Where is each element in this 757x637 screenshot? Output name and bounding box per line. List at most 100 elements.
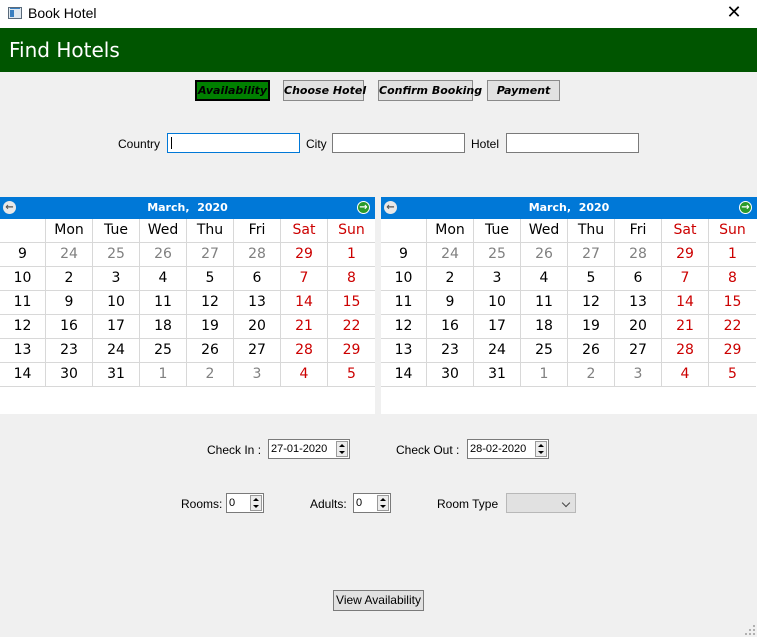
check-in-date-edit[interactable]: 27-01-2020: [268, 439, 350, 459]
room-type-dropdown[interactable]: [506, 493, 576, 513]
calendar-day-cell[interactable]: 16: [46, 315, 93, 339]
calendar-day-cell[interactable]: 23: [46, 339, 93, 363]
arrow-right-icon[interactable]: →: [357, 201, 370, 214]
country-input[interactable]: [167, 133, 300, 153]
calendar-day-cell[interactable]: 24: [46, 243, 93, 267]
calendar-day-cell[interactable]: 4: [662, 363, 709, 387]
calendar-day-cell[interactable]: 18: [140, 315, 187, 339]
calendar-day-cell[interactable]: 26: [568, 339, 615, 363]
calendar-day-cell[interactable]: 21: [281, 315, 328, 339]
arrow-right-icon[interactable]: →: [739, 201, 752, 214]
calendar-year[interactable]: 2020: [197, 201, 228, 214]
calendar-day-cell[interactable]: 9: [46, 291, 93, 315]
adults-spinbox[interactable]: 0: [353, 493, 391, 513]
calendar-day-cell[interactable]: 29: [709, 339, 756, 363]
calendar-day-cell[interactable]: 26: [521, 243, 568, 267]
calendar-day-cell[interactable]: 29: [328, 339, 375, 363]
calendar-day-cell[interactable]: 1: [521, 363, 568, 387]
calendar-day-cell[interactable]: 2: [568, 363, 615, 387]
calendar-day-cell[interactable]: 5: [709, 363, 756, 387]
calendar-day-cell[interactable]: 11: [140, 291, 187, 315]
rooms-spinbox[interactable]: 0: [226, 493, 264, 513]
calendar-day-cell[interactable]: 3: [615, 363, 662, 387]
calendar-day-cell[interactable]: 14: [662, 291, 709, 315]
calendar-day-cell[interactable]: 20: [234, 315, 281, 339]
calendar-day-cell[interactable]: 10: [93, 291, 140, 315]
calendar-day-cell[interactable]: 27: [615, 339, 662, 363]
calendar-day-cell[interactable]: 22: [328, 315, 375, 339]
calendar-day-cell[interactable]: 28: [615, 243, 662, 267]
calendar-day-cell[interactable]: 23: [427, 339, 474, 363]
spin-buttons[interactable]: [377, 495, 389, 511]
spin-up-icon[interactable]: [538, 444, 544, 447]
calendar-day-cell[interactable]: 16: [427, 315, 474, 339]
spin-buttons[interactable]: [336, 441, 348, 457]
check-in-calendar[interactable]: ← March, 2020 → Mon Tue Wed Thu Fri Sat Sun 9 24…: [0, 197, 375, 414]
calendar-day-cell[interactable]: 28: [662, 339, 709, 363]
calendar-day-cell[interactable]: 29: [281, 243, 328, 267]
calendar-day-cell[interactable]: 29: [662, 243, 709, 267]
calendar-day-cell[interactable]: 15: [328, 291, 375, 315]
calendar-day-cell[interactable]: 13: [615, 291, 662, 315]
calendar-day-cell[interactable]: 9: [427, 291, 474, 315]
spin-down-icon[interactable]: [253, 505, 259, 508]
spin-buttons[interactable]: [250, 495, 262, 511]
spin-down-icon[interactable]: [339, 451, 345, 454]
spin-up-icon[interactable]: [380, 498, 386, 501]
calendar-day-cell[interactable]: 18: [521, 315, 568, 339]
calendar-day-cell[interactable]: 2: [46, 267, 93, 291]
calendar-day-cell[interactable]: 4: [140, 267, 187, 291]
calendar-day-cell[interactable]: 22: [709, 315, 756, 339]
calendar-day-cell[interactable]: 27: [234, 339, 281, 363]
calendar-day-cell[interactable]: 17: [474, 315, 521, 339]
step-choose-hotel-button[interactable]: Choose Hotel: [283, 80, 366, 101]
calendar-day-cell[interactable]: 1: [140, 363, 187, 387]
calendar-day-cell[interactable]: 15: [709, 291, 756, 315]
calendar-day-cell[interactable]: 30: [427, 363, 474, 387]
calendar-day-cell[interactable]: 30: [46, 363, 93, 387]
calendar-day-cell[interactable]: 6: [615, 267, 662, 291]
close-button[interactable]: ✕: [711, 0, 757, 28]
calendar-day-cell[interactable]: 7: [281, 267, 328, 291]
calendar-day-cell[interactable]: 3: [93, 267, 140, 291]
calendar-day-cell[interactable]: 24: [427, 243, 474, 267]
calendar-day-cell[interactable]: 21: [662, 315, 709, 339]
calendar-month[interactable]: March,: [147, 201, 189, 214]
calendar-day-cell[interactable]: 3: [234, 363, 281, 387]
calendar-day-cell[interactable]: 7: [662, 267, 709, 291]
calendar-day-cell[interactable]: 25: [140, 339, 187, 363]
step-confirm-booking-button[interactable]: Confirm Booking: [378, 80, 482, 101]
city-input[interactable]: [332, 133, 465, 153]
calendar-day-cell[interactable]: 26: [187, 339, 234, 363]
calendar-day-cell[interactable]: 4: [521, 267, 568, 291]
check-out-date-edit[interactable]: 28-02-2020: [467, 439, 549, 459]
calendar-day-cell[interactable]: 17: [93, 315, 140, 339]
calendar-day-cell[interactable]: 12: [187, 291, 234, 315]
calendar-day-cell[interactable]: 28: [234, 243, 281, 267]
calendar-day-cell[interactable]: 19: [187, 315, 234, 339]
calendar-day-cell[interactable]: 3: [474, 267, 521, 291]
hotel-input[interactable]: [506, 133, 639, 153]
calendar-day-cell[interactable]: 26: [140, 243, 187, 267]
spin-down-icon[interactable]: [380, 505, 386, 508]
step-payment-button[interactable]: Payment: [487, 80, 560, 101]
view-availability-button[interactable]: View Availability: [333, 590, 424, 611]
calendar-day-cell[interactable]: 24: [93, 339, 140, 363]
calendar-day-cell[interactable]: 8: [709, 267, 756, 291]
calendar-day-cell[interactable]: 25: [521, 339, 568, 363]
spin-down-icon[interactable]: [538, 451, 544, 454]
calendar-day-cell[interactable]: 2: [427, 267, 474, 291]
calendar-day-cell[interactable]: 8: [328, 267, 375, 291]
calendar-day-cell[interactable]: 20: [615, 315, 662, 339]
calendar-day-cell[interactable]: 2: [187, 363, 234, 387]
calendar-day-cell[interactable]: 14: [281, 291, 328, 315]
calendar-day-cell[interactable]: 27: [568, 243, 615, 267]
calendar-day-cell[interactable]: 13: [234, 291, 281, 315]
calendar-day-cell[interactable]: 27: [187, 243, 234, 267]
calendar-day-cell[interactable]: 24: [474, 339, 521, 363]
calendar-day-cell[interactable]: 25: [474, 243, 521, 267]
calendar-day-cell[interactable]: 5: [568, 267, 615, 291]
calendar-day-cell[interactable]: 28: [281, 339, 328, 363]
calendar-day-cell[interactable]: 12: [568, 291, 615, 315]
calendar-day-cell[interactable]: 1: [328, 243, 375, 267]
